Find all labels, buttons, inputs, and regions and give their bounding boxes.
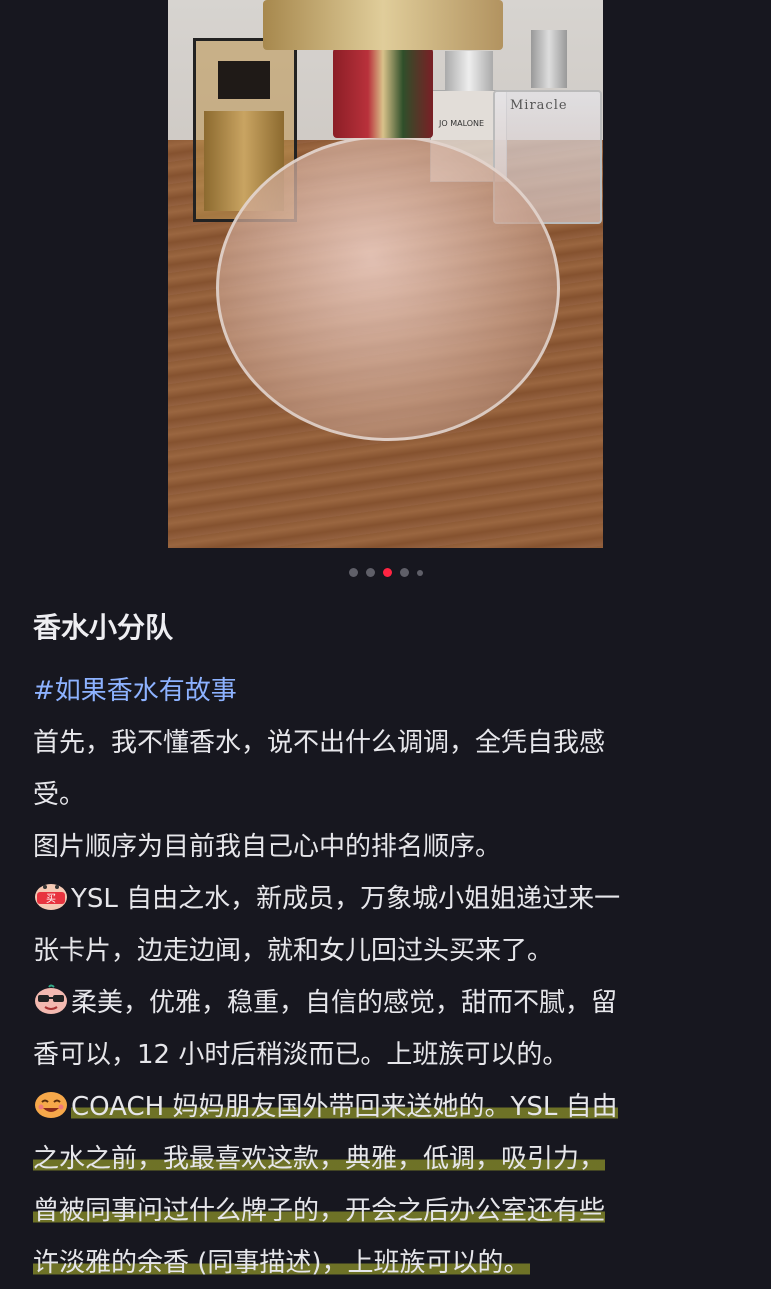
body-line-highlighted: COACH 妈妈朋友国外带回来送她的。YSL 自由 (71, 1092, 618, 1122)
post-body: #如果香水有故事 首先，我不懂香水，说不出什么调调，全凭自我感 受。 图片顺序为… (33, 665, 733, 1289)
body-line: 图片顺序为目前我自己心中的排名顺序。 (33, 832, 502, 862)
body-line: 香可以，12 小时后稍淡而已。上班族可以的。 (33, 1040, 569, 1070)
body-line: 受。 (33, 780, 86, 810)
bottle-label-middle: JO MALONE (439, 119, 485, 128)
happy-face-icon (35, 1092, 67, 1118)
post-image[interactable]: JO MALONE Miracle (168, 0, 603, 548)
carousel-dot[interactable] (399, 568, 409, 577)
carousel-indicator (0, 568, 771, 577)
hashtag-link[interactable]: #如果香水有故事 (33, 676, 237, 706)
bottle-label-right: Miracle (510, 98, 568, 113)
coach-bottle-neck (333, 48, 433, 138)
post-title: 香水小分队 (33, 611, 174, 644)
sunglasses-face-icon (35, 984, 67, 1014)
carousel-dot[interactable] (348, 568, 358, 577)
coach-bottle-cap (263, 0, 503, 50)
body-line: 首先，我不懂香水，说不出什么调调，全凭自我感 (33, 728, 606, 758)
carousel-dot[interactable] (365, 568, 375, 577)
body-line-highlighted: 曾被同事问过什么牌子的，开会之后办公室还有些 (33, 1196, 606, 1226)
body-line-highlighted: 许淡雅的余香 (同事描述)，上班族可以的。 (33, 1248, 530, 1278)
carousel-dot-active[interactable] (382, 568, 392, 577)
carousel-dot[interactable] (416, 569, 423, 576)
coach-bottle-body (216, 135, 560, 441)
body-line-highlighted: 之水之前，我最喜欢这款，典雅，低调，吸引力， (33, 1144, 606, 1174)
buy-sticker-icon: 买 (35, 884, 67, 910)
body-line: 柔美，优雅，稳重，自信的感觉，甜而不腻，留 (71, 988, 618, 1018)
body-line: YSL 自由之水，新成员，万象城小姐姐递过来一 (71, 884, 621, 914)
svg-text:买: 买 (46, 893, 56, 905)
body-line: 张卡片，边走边闻，就和女儿回过头买来了。 (33, 936, 554, 966)
